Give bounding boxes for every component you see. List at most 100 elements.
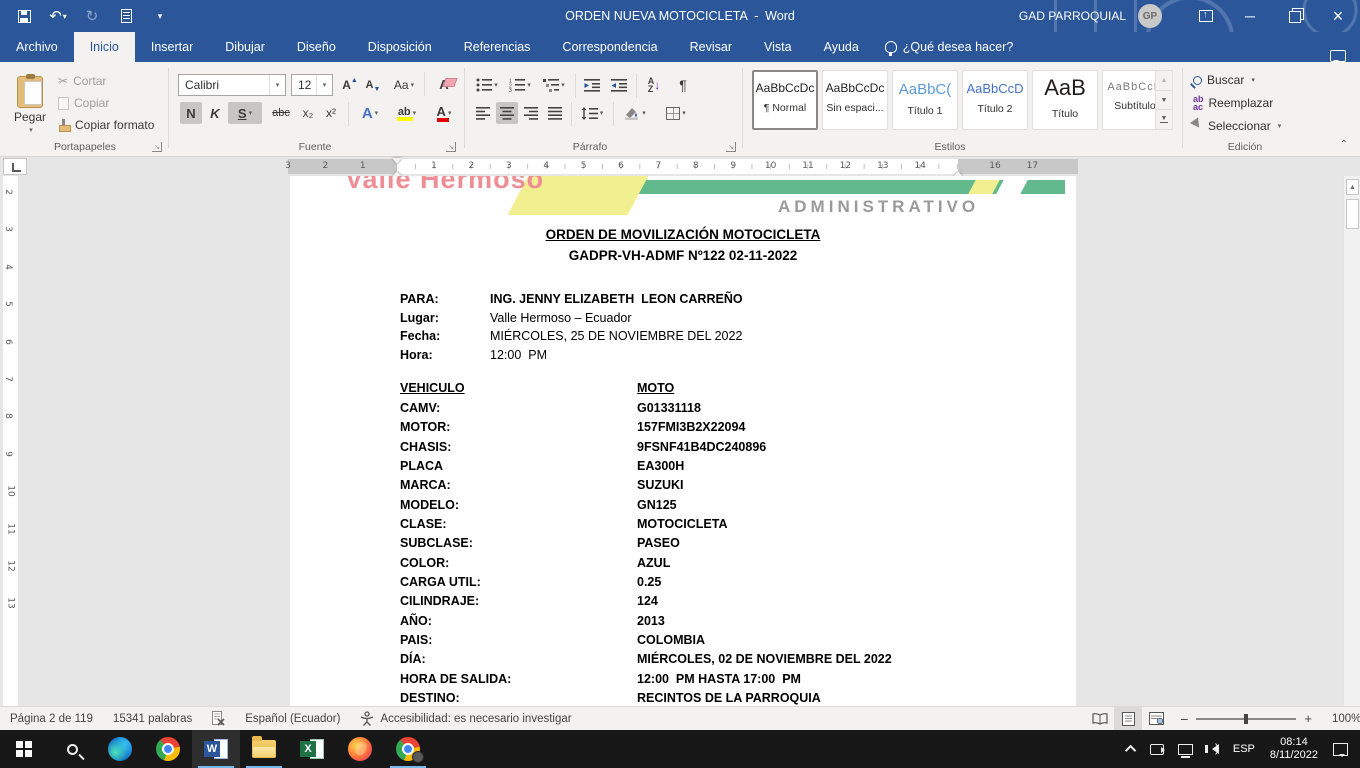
shading-button[interactable]: ▾ [618, 102, 652, 124]
tab-disposicion[interactable]: Disposición [352, 32, 448, 62]
align-left-button[interactable] [472, 102, 494, 124]
align-right-button[interactable] [520, 102, 542, 124]
tray-meet-now[interactable] [1143, 730, 1171, 768]
styles-more-button[interactable]: ▼ [1156, 110, 1172, 129]
action-center-button[interactable] [1326, 730, 1360, 768]
borders-button[interactable]: ▾ [658, 102, 694, 124]
word-count[interactable]: 15341 palabras [103, 713, 202, 725]
font-name-dropdown-icon[interactable]: ▾ [269, 75, 285, 95]
justify-button[interactable] [544, 102, 566, 124]
format-painter-button[interactable]: Copiar formato [58, 116, 154, 134]
style-sin-espaciado[interactable]: AaBbCcDcSin espaci... [822, 70, 888, 130]
style-titulo[interactable]: AaBTítulo [1032, 70, 1098, 130]
taskbar-excel[interactable]: X [288, 730, 336, 768]
strikethrough-button[interactable]: abc [267, 102, 295, 124]
tab-ayuda[interactable]: Ayuda [808, 32, 875, 62]
clear-formatting-button[interactable]: A [430, 72, 458, 96]
scroll-up-button[interactable]: ▲ [1346, 179, 1359, 195]
sort-button[interactable]: AZ↓ [641, 74, 667, 96]
tab-diseno[interactable]: Diseño [281, 32, 352, 62]
copy-button[interactable]: Copiar [58, 94, 109, 112]
taskbar-search-button[interactable] [48, 730, 96, 768]
replace-button[interactable]: abacReemplazar [1193, 95, 1273, 111]
styles-scroll-down-button[interactable]: ▼ [1156, 91, 1172, 111]
account-avatar[interactable]: GP [1138, 4, 1162, 28]
comments-button[interactable] [1330, 50, 1360, 62]
tab-archivo[interactable]: Archivo [0, 32, 74, 62]
restore-button[interactable] [1272, 0, 1316, 32]
tab-vista[interactable]: Vista [748, 32, 808, 62]
tray-show-hidden-icons[interactable] [1121, 730, 1143, 768]
zoom-slider[interactable] [1196, 718, 1296, 720]
highlight-color-button[interactable]: ab▾ [390, 102, 424, 124]
print-layout-button[interactable] [1114, 707, 1142, 730]
font-size-combo[interactable]: 12▾ [291, 74, 333, 96]
taskbar-chrome[interactable] [144, 730, 192, 768]
decrease-indent-button[interactable] [580, 74, 604, 96]
tab-revisar[interactable]: Revisar [674, 32, 748, 62]
font-name-combo[interactable]: Calibri▾ [178, 74, 286, 96]
increase-indent-button[interactable] [607, 74, 631, 96]
web-layout-button[interactable] [1142, 707, 1170, 730]
subscript-button[interactable]: x₂ [297, 102, 319, 124]
find-button[interactable]: Buscar▾ [1193, 73, 1255, 87]
start-button[interactable] [0, 730, 48, 768]
bullets-button[interactable]: ▾ [472, 74, 502, 96]
account-name[interactable]: GAD PARROQUIAL [1019, 9, 1126, 23]
taskbar-file-explorer[interactable] [240, 730, 288, 768]
vertical-ruler[interactable]: 2345678910111213 [3, 176, 18, 706]
tab-correspondencia[interactable]: Correspondencia [546, 32, 673, 62]
accessibility-status[interactable]: Accesibilidad: es necesario investigar [350, 711, 581, 726]
paste-button[interactable]: Pegar▾ [8, 68, 52, 142]
numbering-button[interactable]: 123▾ [505, 74, 535, 96]
language-indicator[interactable]: Español (Ecuador) [235, 713, 350, 725]
tab-dibujar[interactable]: Dibujar [209, 32, 281, 62]
italic-button[interactable]: K [205, 102, 225, 124]
vertical-scrollbar[interactable]: ▲ [1343, 176, 1360, 706]
change-case-button[interactable]: Aa▾ [389, 74, 419, 96]
underline-button[interactable]: S▾ [228, 102, 262, 124]
tab-referencias[interactable]: Referencias [448, 32, 547, 62]
font-size-dropdown-icon[interactable]: ▾ [316, 75, 332, 95]
proofing-status[interactable] [202, 711, 235, 726]
taskbar-chrome-profile[interactable] [384, 730, 432, 768]
taskbar-edge[interactable] [96, 730, 144, 768]
tab-insertar[interactable]: Insertar [135, 32, 209, 62]
font-color-button[interactable]: A▾ [428, 102, 460, 124]
horizontal-ruler[interactable]: 321 1234567891011121314 1617 [0, 157, 1360, 176]
collapse-ribbon-button[interactable]: ⌃ [1340, 139, 1348, 150]
tray-clock[interactable]: 08:148/11/2022 [1262, 736, 1326, 762]
minimize-button[interactable]: ─ [1228, 0, 1272, 32]
align-center-button[interactable] [496, 102, 518, 124]
shrink-font-button[interactable]: A▼ [362, 74, 384, 96]
document-page[interactable]: Valle Hermoso ADMINISTRATIVO ORDEN DE MO… [290, 176, 1076, 706]
font-dialog-launcher[interactable] [446, 142, 456, 152]
paragraph-dialog-launcher[interactable] [726, 142, 736, 152]
tray-network[interactable] [1171, 730, 1200, 768]
clipboard-dialog-launcher[interactable] [152, 142, 162, 152]
read-mode-button[interactable] [1086, 707, 1114, 730]
style-normal[interactable]: AaBbCcDc¶ Normal [752, 70, 818, 130]
style-titulo-2[interactable]: AaBbCcDTítulo 2 [962, 70, 1028, 130]
text-effects-button[interactable]: A▾ [354, 102, 386, 124]
tray-volume[interactable] [1200, 730, 1226, 768]
zoom-out-button[interactable]: − [1180, 711, 1188, 727]
scrollbar-thumb[interactable] [1346, 199, 1359, 229]
zoom-level[interactable]: 100% [1322, 713, 1360, 725]
show-paragraph-marks-button[interactable]: ¶ [672, 74, 694, 96]
grow-font-button[interactable]: A▲ [339, 74, 361, 96]
styles-scroll-up-button[interactable]: ▲ [1156, 71, 1172, 91]
bold-button[interactable]: N [180, 102, 202, 124]
ribbon-display-options-button[interactable] [1184, 0, 1228, 32]
multilevel-list-button[interactable]: ▾ [538, 74, 570, 96]
zoom-in-button[interactable]: + [1304, 711, 1312, 726]
line-spacing-button[interactable]: ▾ [576, 102, 608, 124]
tray-language[interactable]: ESP [1226, 730, 1262, 768]
cut-button[interactable]: ✂Cortar [58, 72, 106, 90]
style-titulo-1[interactable]: AaBbC(Título 1 [892, 70, 958, 130]
tab-inicio[interactable]: Inicio [74, 32, 135, 62]
taskbar-word[interactable]: W [192, 730, 240, 768]
select-button[interactable]: Seleccionar▾ [1193, 119, 1281, 133]
zoom-slider-thumb[interactable] [1244, 714, 1248, 724]
page-indicator[interactable]: Página 2 de 119 [0, 713, 103, 725]
